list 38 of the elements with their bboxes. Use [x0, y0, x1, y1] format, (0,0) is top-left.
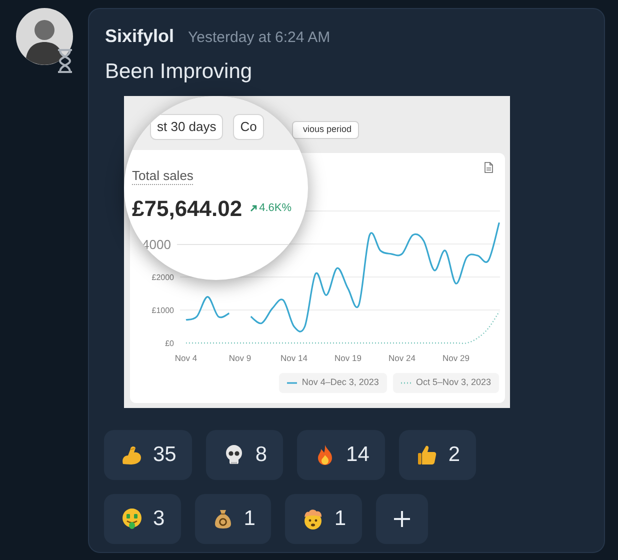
metric-value: £75,644.02	[132, 194, 242, 222]
change-value: 4.6K%	[259, 200, 292, 216]
toolbar-button[interactable]: st 30 days	[150, 114, 224, 140]
money-face-icon	[120, 506, 144, 530]
document-icon[interactable]	[484, 162, 493, 173]
hourglass-icon	[56, 48, 74, 74]
toolbar-button[interactable]: Co	[233, 114, 264, 140]
axis-label: 4000	[142, 236, 171, 254]
axis-label: Nov 29	[442, 352, 470, 362]
reaction-button[interactable]: 8	[206, 430, 284, 480]
image-attachment[interactable]: vious period £0 £1000 £2000 Nov 4 Nov 9 Nov 14 Nov 19 Nov 24 Nov 29 Nov 4–Dec 3, 2023 Oct 5–Nov 3, 2023 st 30 days Co Total sales £75,644.02 4.6K% 4000	[124, 96, 510, 408]
axis-label: £1000	[152, 306, 174, 314]
legend-item[interactable]: Oct 5–Nov 3, 2023	[392, 372, 499, 392]
timestamp: Yesterday at 6:24 AM	[188, 28, 330, 48]
arrow-up-right-icon	[250, 204, 258, 212]
message-text: Been Improving	[104, 59, 254, 85]
reaction-button[interactable]: 14	[297, 430, 386, 480]
metric-label: Total sales	[132, 168, 194, 184]
toolbar-button[interactable]: vious period	[292, 120, 359, 138]
plus-icon	[392, 508, 412, 528]
avatar	[16, 8, 73, 65]
axis-label: Nov 9	[228, 352, 252, 362]
reaction-button[interactable]: 1	[285, 494, 362, 544]
reaction-button[interactable]: 1	[194, 494, 272, 544]
axis-label: Nov 19	[334, 352, 362, 362]
reaction-button[interactable]: 2	[399, 430, 476, 480]
reaction-button[interactable]: 35	[104, 430, 192, 480]
legend-item[interactable]: Nov 4–Dec 3, 2023	[278, 372, 387, 392]
legend-swatch-icon	[400, 380, 411, 384]
axis-label: £0	[165, 338, 174, 348]
username[interactable]: Sixifylol	[105, 23, 174, 50]
reaction-button[interactable]: 3	[104, 494, 181, 544]
axis-label: Nov 24	[388, 352, 416, 362]
axis-label: Nov 4	[174, 352, 198, 362]
axis-label: £2000	[152, 272, 174, 282]
legend-swatch-icon	[286, 380, 297, 384]
add-reaction-button[interactable]	[376, 494, 428, 544]
axis-label: Nov 14	[280, 352, 308, 362]
